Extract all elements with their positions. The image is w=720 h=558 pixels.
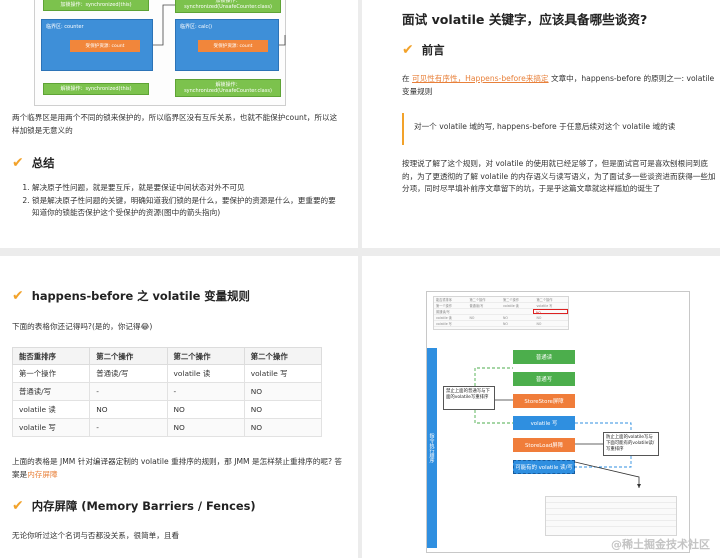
- summary-heading-text: 总结: [31, 156, 55, 170]
- table-lead: 下面的表格你还记得吗?(是的，你记得😂): [12, 322, 153, 331]
- critical-section-paragraph: 两个临界区是用两个不同的锁来保护的，所以临界区没有互斥关系，也就不能保护coun…: [12, 113, 338, 135]
- table-header: 第二个操作: [243, 347, 323, 365]
- rule-quote: 对一个 volatile 域的写, happens-before 于任意后续对这…: [402, 113, 718, 145]
- check-icon: ✔: [12, 288, 24, 304]
- memory-barrier-heading: ✔ 内存屏障 (Memory Barriers / Fences): [12, 498, 256, 514]
- check-icon: ✔: [12, 498, 24, 514]
- check-icon: ✔: [12, 155, 24, 171]
- memory-barrier-link[interactable]: 内存屏障: [27, 470, 57, 479]
- table-cell: -: [89, 418, 168, 437]
- table-cell: NO: [166, 418, 245, 437]
- table-row: 普通读/写 - - NO: [11, 382, 323, 401]
- panel-volatile-rule: ✔ happens-before 之 volatile 变量规则 下面的表格你还…: [0, 256, 358, 558]
- preface-heading: ✔ 前言: [402, 42, 445, 58]
- table-cell: -: [89, 382, 168, 401]
- right-unlock-bar: 解锁操作：synchronized(UnsafeCounter.class): [175, 79, 281, 97]
- table-cell: volatile 写: [243, 364, 323, 383]
- table-header: 能否重排序: [11, 347, 91, 365]
- table-cell: NO: [166, 400, 245, 419]
- left-unlock-bar: 解锁操作：synchronized(this): [43, 83, 149, 95]
- panel-lock-summary: 加锁操作：synchronized(this) 加锁操作：synchronize…: [0, 0, 358, 248]
- watermark: @稀土掘金技术社区: [611, 538, 710, 551]
- intro-pre: 在: [402, 74, 413, 83]
- table-cell: NO: [243, 400, 323, 419]
- panel-barrier-diagram: 能否重排序 第二个操作 第二个操作 第二个操作 第一个操作 普通读/写 volatile …: [362, 256, 720, 558]
- table-header-row: 能否重排序 第二个操作 第二个操作 第二个操作: [11, 347, 323, 365]
- memory-barrier-heading-text: 内存屏障 (Memory Barriers / Fences): [31, 499, 256, 513]
- table-cell: NO: [243, 382, 323, 401]
- table-row: 第一个操作 普通读/写 volatile 读 volatile 写: [11, 364, 323, 383]
- table-cell: volatile 读: [11, 400, 91, 419]
- summary-item-1: 解决原子性问题，就是要互斥，就是要保证中间状态对外不可见: [32, 182, 342, 195]
- lock-diagram: 加锁操作：synchronized(this) 加锁操作：synchronize…: [34, 0, 286, 106]
- summary-item-2: 锁是解决原子性问题的关键，明确知道我们锁的是什么，要保护的资源是什么，更重要的要…: [32, 195, 342, 220]
- intro-paragraph: 在 可见性有序性，Happens-before来搞定 文章中，happens-b…: [402, 73, 718, 98]
- rule-quote-text: 对一个 volatile 域的写, happens-before 于任意后续对这…: [414, 122, 676, 131]
- volatile-rule-heading-text: happens-before 之 volatile 变量规则: [31, 289, 250, 303]
- preface-heading-text: 前言: [421, 43, 445, 57]
- table-header: 第二个操作: [89, 347, 168, 365]
- check-icon: ✔: [402, 42, 414, 58]
- panel-volatile-intro: 面试 volatile 关键字，应该具备哪些谈资? ✔ 前言 在 可见性有序性，…: [362, 0, 720, 248]
- volatile-rule-heading: ✔ happens-before 之 volatile 变量规则: [12, 288, 250, 304]
- barrier-flow-diagram: 能否重排序 第二个操作 第二个操作 第二个操作 第一个操作 普通读/写 volatile …: [426, 291, 690, 553]
- table-cell: NO: [243, 418, 323, 437]
- table-cell: 普通读/写: [89, 364, 168, 383]
- table-cell: 普通读/写: [11, 382, 91, 401]
- table-header: 第二个操作: [166, 347, 245, 365]
- summary-heading: ✔ 总结: [12, 155, 55, 171]
- reorder-table: 能否重排序 第二个操作 第二个操作 第二个操作 第一个操作 普通读/写 volati…: [11, 347, 323, 437]
- body-paragraph: 按理说了解了这个规则，对 volatile 的使用就已经足够了，但是面试官可是喜…: [402, 159, 716, 193]
- article-title: 面试 volatile 关键字，应该具备哪些谈资?: [402, 12, 648, 27]
- table-cell: volatile 读: [166, 364, 245, 383]
- mini-reorder-table-bottom: [545, 496, 677, 536]
- table-cell: volatile 写: [11, 418, 91, 437]
- table-cell: 第一个操作: [11, 364, 91, 383]
- table-cell: NO: [89, 400, 168, 419]
- jmm-paragraph-text: 上面的表格是 JMM 针对编译器定制的 volatile 重排序的规则，那 JM…: [12, 457, 342, 479]
- table-cell: -: [166, 382, 245, 401]
- tail-paragraph: 无论你听过这个名词与否都没关系，很简单，且看: [12, 531, 180, 540]
- table-row: volatile 写 - NO NO: [11, 418, 323, 437]
- jmm-paragraph: 上面的表格是 JMM 针对编译器定制的 volatile 重排序的规则，那 JM…: [12, 456, 342, 481]
- happens-before-article-link[interactable]: 可见性有序性，Happens-before来搞定: [412, 74, 549, 83]
- summary-list: 解决原子性问题，就是要互斥，就是要保证中间状态对外不可见 锁是解决原子性问题的关…: [22, 182, 342, 220]
- table-row: volatile 读 NO NO NO: [11, 400, 323, 419]
- page: 加锁操作：synchronized(this) 加锁操作：synchronize…: [0, 0, 720, 558]
